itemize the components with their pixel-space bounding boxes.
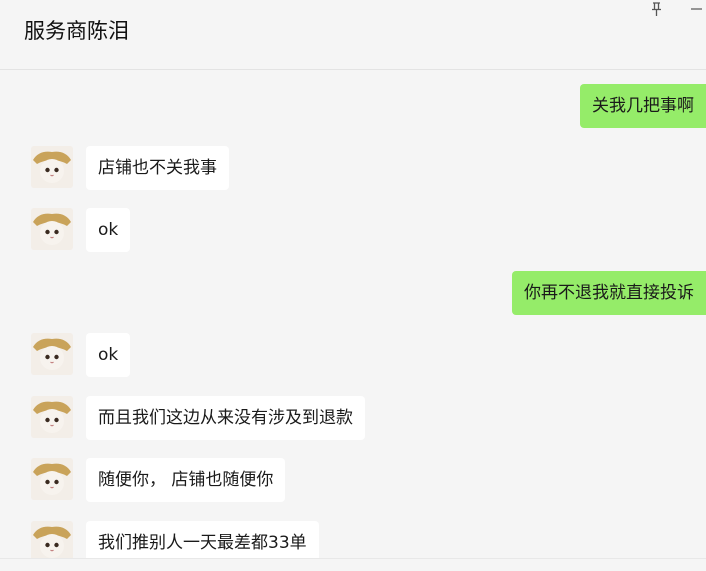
message-outgoing: 你再不退我就直接投诉 — [0, 271, 706, 319]
message-bubble[interactable]: 我们推别人一天最差都33单 — [86, 521, 319, 558]
message-incoming: ok — [0, 333, 706, 381]
message-bubble[interactable]: 随便你， 店铺也随便你 — [86, 458, 286, 502]
minimize-icon[interactable] — [688, 1, 706, 19]
avatar[interactable] — [31, 458, 73, 500]
avatar[interactable] — [31, 146, 73, 188]
message-bubble[interactable]: 你再不退我就直接投诉 — [512, 271, 706, 315]
message-bubble[interactable]: 关我几把事啊 — [580, 84, 706, 128]
chat-title: 服务商陈泪 — [24, 19, 129, 43]
message-incoming: 店铺也不关我事 — [0, 146, 706, 194]
message-bubble[interactable]: ok — [86, 333, 131, 377]
message-bubble[interactable]: 而且我们这边从来没有涉及到退款 — [86, 396, 365, 440]
message-incoming: 我们推别人一天最差都33单 — [0, 521, 706, 558]
chat-window: 服务商陈泪 关我几把事啊 店铺也不关我事 ok 你再不退我就直接投诉 ok 而且… — [0, 0, 706, 571]
input-area-edge — [0, 558, 706, 571]
chat-header: 服务商陈泪 — [0, 0, 706, 70]
message-bubble[interactable]: ok — [86, 208, 131, 252]
message-incoming: 随便你， 店铺也随便你 — [0, 458, 706, 506]
avatar[interactable] — [31, 208, 73, 250]
avatar[interactable] — [31, 521, 73, 558]
message-outgoing: 关我几把事啊 — [0, 84, 706, 132]
message-incoming: 而且我们这边从来没有涉及到退款 — [0, 396, 706, 444]
message-incoming: ok — [0, 208, 706, 256]
avatar[interactable] — [31, 396, 73, 438]
avatar[interactable] — [31, 333, 73, 375]
message-list[interactable]: 关我几把事啊 店铺也不关我事 ok 你再不退我就直接投诉 ok 而且我们这边从来… — [0, 70, 706, 558]
pin-icon[interactable] — [648, 1, 666, 19]
message-bubble[interactable]: 店铺也不关我事 — [86, 146, 229, 190]
